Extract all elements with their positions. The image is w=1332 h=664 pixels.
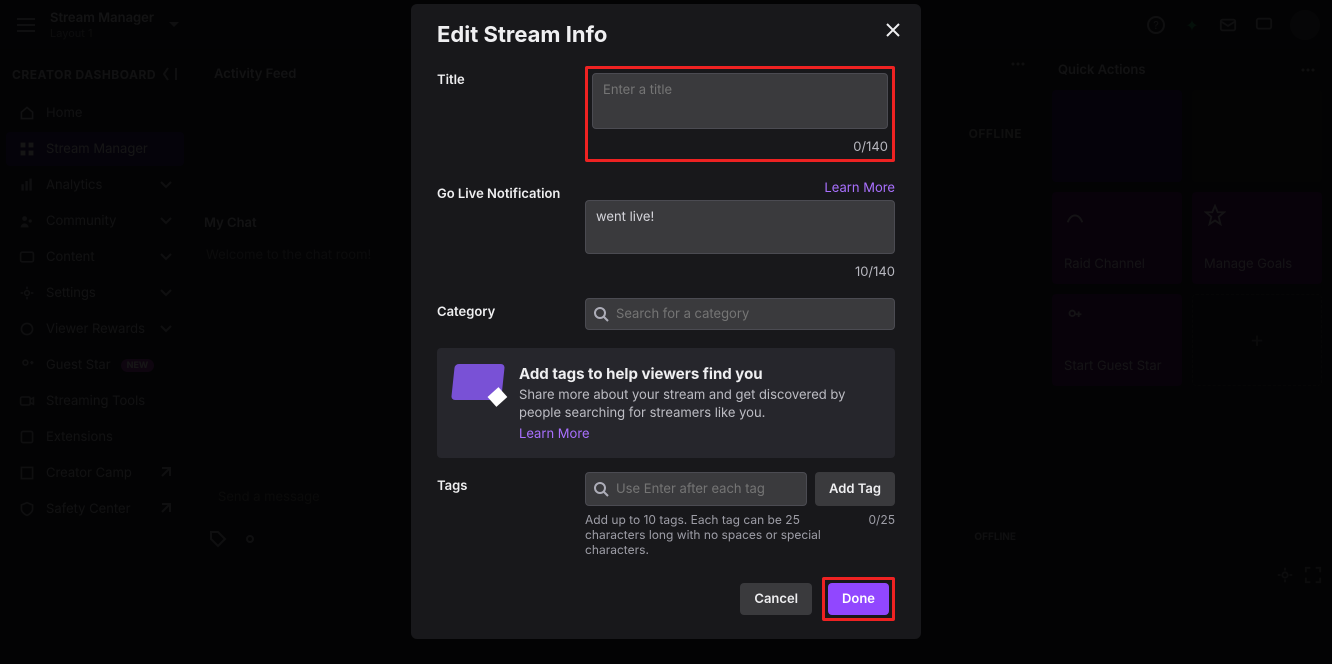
close-button[interactable] <box>881 18 905 42</box>
tags-help-text: Add up to 10 tags. Each tag can be 25 ch… <box>585 512 858 557</box>
modal-title: Edit Stream Info <box>437 22 895 48</box>
tags-banner: Add tags to help viewers find you Share … <box>437 348 895 458</box>
done-button[interactable]: Done <box>828 583 889 615</box>
category-search-input[interactable] <box>585 298 895 330</box>
search-icon <box>593 481 609 497</box>
tags-banner-image <box>451 364 505 400</box>
search-icon <box>593 306 609 322</box>
learn-more-link[interactable]: Learn More <box>824 180 895 196</box>
title-input[interactable] <box>592 73 888 129</box>
tags-input[interactable] <box>585 472 807 506</box>
notification-input[interactable] <box>585 200 895 254</box>
learn-more-link[interactable]: Learn More <box>519 426 590 442</box>
notification-label: Go Live Notification <box>437 186 560 202</box>
tags-banner-title: Add tags to help viewers find you <box>519 364 879 383</box>
category-label: Category <box>437 298 585 320</box>
notification-counter: 10/140 <box>585 264 895 280</box>
tags-label: Tags <box>437 472 585 494</box>
edit-stream-info-modal: Edit Stream Info Title 0/140 Go Live Not… <box>411 4 921 639</box>
cancel-button[interactable]: Cancel <box>740 583 812 615</box>
title-label: Title <box>437 66 585 88</box>
title-counter: 0/140 <box>592 139 888 155</box>
add-tag-button[interactable]: Add Tag <box>815 472 895 506</box>
tags-counter: 0/25 <box>868 512 895 557</box>
tags-banner-body: Share more about your stream and get dis… <box>519 387 879 422</box>
